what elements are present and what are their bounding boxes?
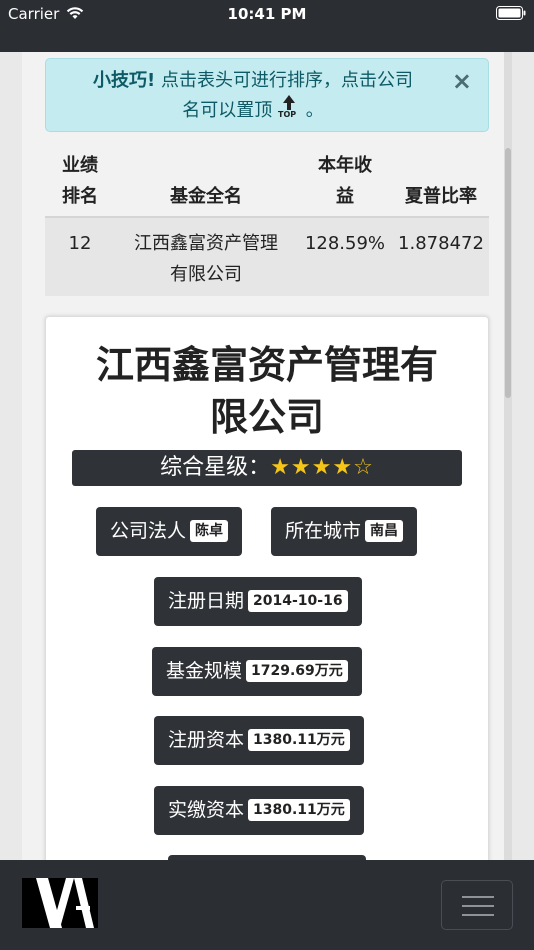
close-icon[interactable]: × xyxy=(452,68,472,94)
field-legal-person: 公司法人 陈卓 xyxy=(96,507,243,556)
company-title: 江西鑫富资产管理有 限公司 xyxy=(95,343,438,439)
status-bar: Carrier 10:41 PM xyxy=(0,0,534,52)
top-icon: TOP xyxy=(278,95,300,121)
rating-label: 综合星级： xyxy=(160,455,271,480)
cell-return: 128.59% xyxy=(297,217,393,296)
clock: 10:41 PM xyxy=(227,5,307,23)
hamburger-icon xyxy=(462,896,494,898)
cell-sharpe: 1.878472 xyxy=(393,217,489,296)
bottom-navbar xyxy=(0,860,534,950)
field-value: 2014-10-16 xyxy=(248,590,348,612)
field-paid-in-capital: 实缴资本 1380.11万元 xyxy=(154,786,364,835)
field-fund-size: 基金规模 1729.69万元 xyxy=(152,647,362,696)
company-card: 江西鑫富资产管理有 限公司 综合星级：★★★★☆ 公司法人 陈卓 所在城市 南昌 注册… xyxy=(45,316,489,860)
header-rank[interactable]: 业绩 排名 xyxy=(45,144,115,218)
logo-icon xyxy=(22,878,98,928)
field-value: 1729.69万元 xyxy=(246,660,348,682)
tip-alert: 小技巧! 点击表头可进行排序，点击公司 名可以置顶 TOP 。 × xyxy=(45,58,489,132)
page-content: 小技巧! 点击表头可进行排序，点击公司 名可以置顶 TOP 。 × 业绩 排名 基… xyxy=(22,52,512,860)
scrollbar[interactable] xyxy=(504,52,512,860)
tip-suffix: 。 xyxy=(300,100,324,121)
ranking-table: 业绩 排名 基金全名 本年收益 夏普比率 12 江西鑫富资产管理 有限公司 128.… xyxy=(45,144,489,296)
menu-toggle-button[interactable] xyxy=(441,880,513,930)
header-fund-name[interactable]: 基金全名 xyxy=(115,144,297,218)
battery-icon xyxy=(496,6,526,20)
header-sharpe-ratio[interactable]: 夏普比率 xyxy=(393,144,489,218)
field-city: 所在城市 南昌 xyxy=(271,507,418,556)
field-value: 1380.11万元 xyxy=(248,799,350,821)
table-row: 12 江西鑫富资产管理 有限公司 128.59% 1.878472 xyxy=(45,217,489,296)
field-value: 南昌 xyxy=(365,520,404,542)
rating-bar: 综合星级：★★★★☆ xyxy=(72,450,462,486)
cell-fund-name[interactable]: 江西鑫富资产管理 有限公司 xyxy=(115,217,297,296)
tip-text-line1: 点击表头可进行排序，点击公司 xyxy=(155,70,413,91)
top-badge-text: TOP xyxy=(278,110,297,119)
star-rating-icon: ★★★★☆ xyxy=(270,455,374,480)
scrollbar-thumb[interactable] xyxy=(505,148,511,398)
field-value: 陈卓 xyxy=(190,520,229,542)
field-value: 1380.11万元 xyxy=(248,729,350,751)
cell-rank: 12 xyxy=(45,217,115,296)
header-annual-return[interactable]: 本年收益 xyxy=(297,144,393,218)
table-header-row: 业绩 排名 基金全名 本年收益 夏普比率 xyxy=(45,144,489,218)
field-registration-date: 注册日期 2014-10-16 xyxy=(154,577,362,626)
field-registered-capital: 注册资本 1380.11万元 xyxy=(154,716,364,765)
tip-strong: 小技巧! xyxy=(93,70,156,91)
brand-logo[interactable] xyxy=(22,878,98,928)
tip-text-line2: 名可以置顶 xyxy=(182,100,273,121)
